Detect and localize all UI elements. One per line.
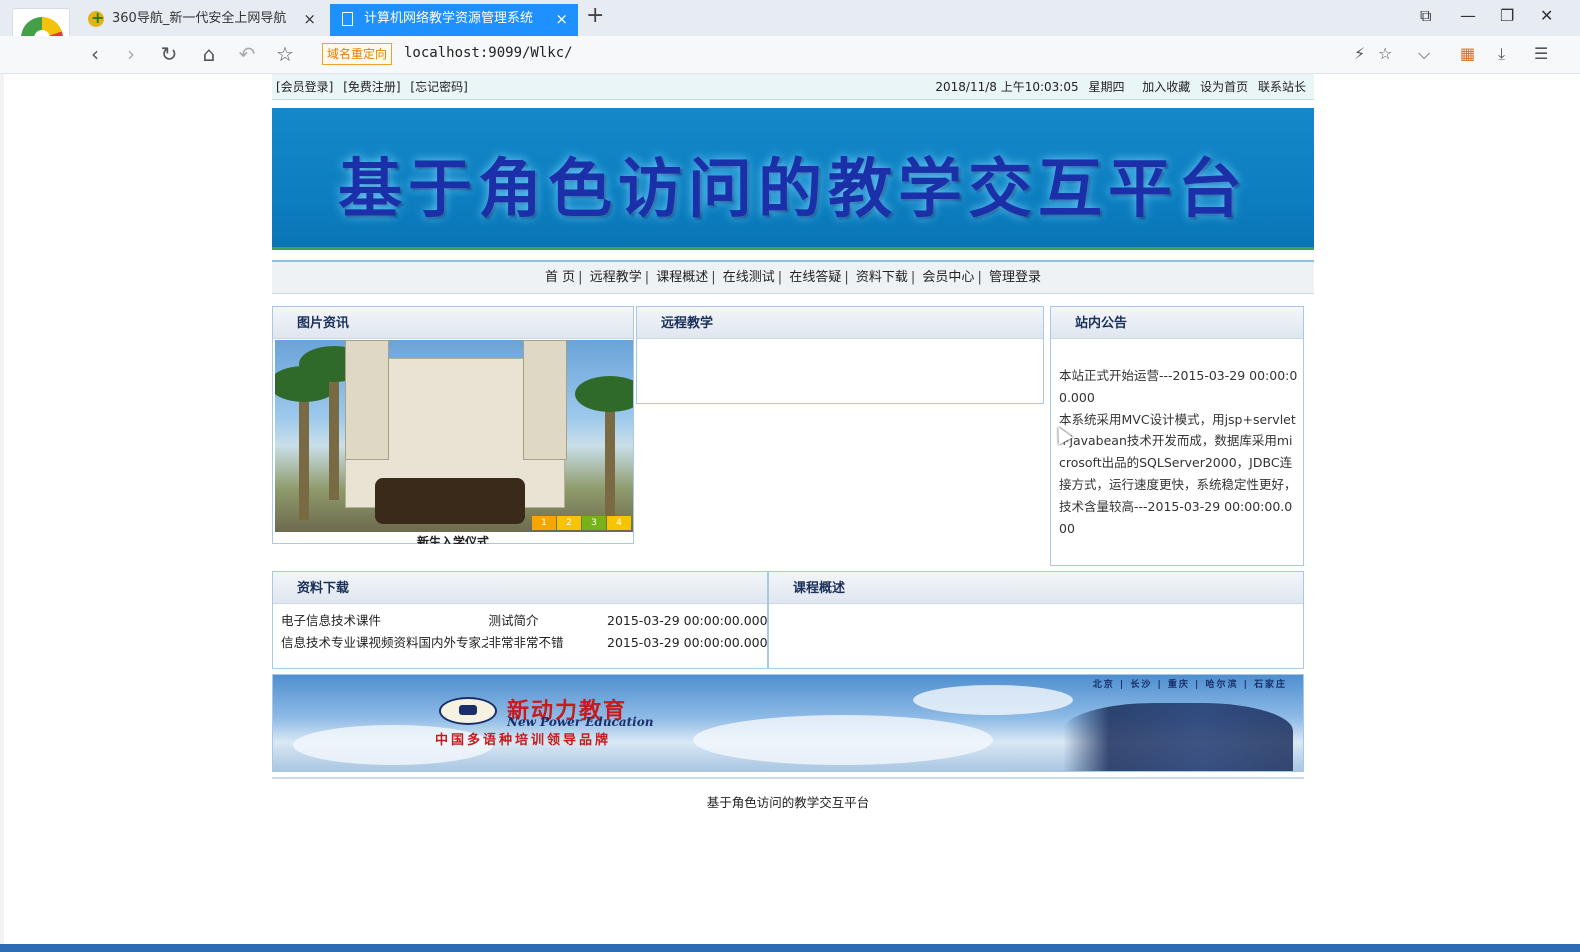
- minimize-button[interactable]: —: [1460, 6, 1476, 25]
- slide-dot[interactable]: 2: [557, 516, 581, 530]
- download-icon[interactable]: ⤓: [1498, 44, 1505, 64]
- set-homepage-link[interactable]: 设为首页: [1200, 80, 1248, 94]
- graduates-image: [1063, 703, 1293, 771]
- footer-divider: [272, 777, 1304, 779]
- dropdown-icon[interactable]: ⌵: [1418, 44, 1430, 64]
- tab-title: 计算机网络教学资源管理系统: [364, 11, 534, 26]
- download-desc: 非常非常不错: [488, 635, 564, 650]
- notice-item[interactable]: 本站正式开始运营---2015-03-29 00:00:00.000: [1059, 365, 1299, 409]
- browser-tab-strip: 360导航_新一代安全上网导航 × 计算机网络教学资源管理系统 × + ⧉ — …: [0, 0, 1580, 36]
- download-time: 2015-03-29 00:00:00.000: [607, 613, 768, 628]
- top-info-bar: [会员登录] [免费注册] [忘记密码] 2018/11/8 上午10:03:0…: [272, 74, 1314, 100]
- panel-title: 远程教学: [637, 307, 1043, 339]
- downloads-list: 电子信息技术课件 测试简介 2015-03-29 00:00:00.000 信息…: [273, 604, 768, 654]
- 360-nav-icon: [88, 3, 104, 33]
- ad-slogan: 中国多语种培训领导品牌: [435, 733, 612, 748]
- home-icon[interactable]: ⌂: [196, 42, 222, 66]
- panel-title: 图片资讯: [273, 307, 633, 339]
- photo-caption[interactable]: 新生入学仪式: [273, 532, 633, 544]
- download-title[interactable]: 信息技术专业课视频资料国内外专家之精华: [281, 632, 488, 654]
- redirect-badge[interactable]: 域名重定向: [322, 43, 393, 65]
- tab-360-navigation[interactable]: 360导航_新一代安全上网导航 ×: [78, 3, 326, 36]
- photo-news-panel: 图片资讯 1 2 3 4 新生入学仪式: [272, 306, 634, 544]
- add-favorite-link[interactable]: 加入收藏: [1142, 80, 1190, 94]
- tab-title: 360导航_新一代安全上网导航: [112, 11, 287, 26]
- nav-online-qa[interactable]: 在线答疑: [789, 270, 841, 285]
- forgot-password-link[interactable]: [忘记密码]: [410, 80, 467, 94]
- remote-teaching-panel: 远程教学: [636, 306, 1044, 404]
- ad-english-name: New Power Education: [507, 715, 654, 729]
- tab-teaching-system[interactable]: 计算机网络教学资源管理系统 ×: [330, 4, 578, 36]
- browser-toolbar: ‹ › ↻ ⌂ ↶ ☆ 域名重定向 localhost:9099/Wlkc/ ⚡…: [0, 36, 1580, 74]
- contact-admin-link[interactable]: 联系站长: [1258, 80, 1306, 94]
- apps-icon[interactable]: ▦: [1460, 44, 1475, 63]
- notice-panel: 站内公告 本站正式开始运营---2015-03-29 00:00:00.000 …: [1050, 306, 1304, 566]
- slide-dot[interactable]: 3: [582, 516, 606, 530]
- news-photo[interactable]: 1 2 3 4: [275, 340, 633, 532]
- bookmark-icon[interactable]: ☆: [272, 42, 298, 66]
- panel-title: 资料下载: [273, 572, 767, 604]
- favorite-star-icon[interactable]: ☆: [1378, 44, 1392, 63]
- panel-title: 站内公告: [1051, 307, 1303, 339]
- banner-title: 基于角色访问的教学交互平台: [338, 152, 1248, 227]
- notice-item[interactable]: 本系统采用MVC设计模式，用jsp+servlet+javabean技术开发而成…: [1059, 409, 1299, 540]
- current-datetime: 2018/11/8 上午10:03:05: [935, 80, 1079, 94]
- lightning-icon[interactable]: ⚡: [1354, 44, 1365, 63]
- download-title[interactable]: 电子信息技术课件: [281, 610, 488, 632]
- nav-admin-login[interactable]: 管理登录: [989, 270, 1041, 285]
- close-tab-icon[interactable]: ×: [303, 4, 316, 34]
- forward-icon[interactable]: ›: [118, 42, 144, 66]
- ad-banner[interactable]: 新动力教育 New Power Education 中国多语种培训领导品牌 北京…: [272, 674, 1304, 772]
- footer-text: 基于角色访问的教学交互平台: [706, 795, 870, 810]
- back-icon[interactable]: ‹: [82, 42, 108, 66]
- page-icon: [342, 12, 353, 26]
- course-overview-panel: 课程概述: [768, 571, 1304, 669]
- download-time: 2015-03-29 00:00:00.000: [607, 635, 768, 650]
- nav-downloads[interactable]: 资料下载: [856, 270, 908, 285]
- new-tab-button[interactable]: +: [586, 3, 604, 28]
- ad-cities: 北京 | 长沙 | 重庆 | 哈尔滨 | 石家庄: [1092, 680, 1287, 690]
- slide-dot[interactable]: 4: [607, 516, 631, 530]
- register-link[interactable]: [免费注册]: [343, 80, 400, 94]
- slide-indicators: 1 2 3 4: [531, 516, 631, 530]
- close-window-button[interactable]: ✕: [1540, 6, 1553, 25]
- nav-member-center[interactable]: 会员中心: [922, 270, 974, 285]
- nav-home[interactable]: 首 页: [545, 270, 575, 285]
- panel-title: 课程概述: [769, 572, 1303, 604]
- download-desc: 测试简介: [488, 613, 539, 628]
- list-item[interactable]: 电子信息技术课件 测试简介 2015-03-29 00:00:00.000: [281, 610, 768, 632]
- member-login-link[interactable]: [会员登录]: [276, 80, 333, 94]
- nav-remote-teaching[interactable]: 远程教学: [590, 270, 642, 285]
- menu-icon[interactable]: ☰: [1534, 44, 1548, 63]
- reload-icon[interactable]: ↻: [156, 42, 182, 66]
- site-container: [会员登录] [免费注册] [忘记密码] 2018/11/8 上午10:03:0…: [272, 74, 1314, 810]
- nav-course-overview[interactable]: 课程概述: [656, 270, 708, 285]
- undo-close-icon[interactable]: ↶: [234, 42, 260, 66]
- school-logo-icon: [439, 697, 497, 725]
- taskbar-edge: [0, 944, 1580, 952]
- current-weekday: 星期四: [1088, 80, 1125, 94]
- main-nav: 首 页 | 远程教学 | 课程概述 | 在线测试 | 在线答疑 | 资料下载 | 会员中心 |…: [272, 260, 1314, 294]
- nav-online-test[interactable]: 在线测试: [723, 270, 775, 285]
- maximize-button[interactable]: ❐: [1500, 6, 1514, 25]
- slide-dot[interactable]: 1: [532, 516, 556, 530]
- downloads-panel: 资料下载 电子信息技术课件 测试简介 2015-03-29 00:00:00.0…: [272, 571, 768, 669]
- address-bar[interactable]: localhost:9099/Wlkc/: [404, 45, 573, 61]
- skin-icon[interactable]: ⧉: [1420, 6, 1431, 26]
- site-banner: 基于角色访问的教学交互平台: [272, 108, 1314, 250]
- close-tab-icon[interactable]: ×: [555, 4, 568, 34]
- list-item[interactable]: 信息技术专业课视频资料国内外专家之精华 非常非常不错 2015-03-29 00…: [281, 632, 768, 654]
